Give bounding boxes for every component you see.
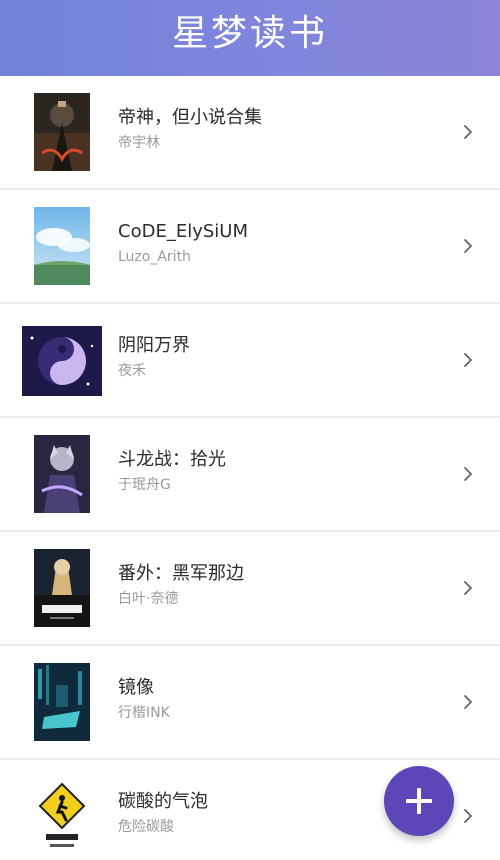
book-item-4[interactable]: 斗龙战：拾光 于珉舟G	[0, 418, 500, 532]
chevron-right-icon	[464, 125, 472, 139]
book-info-4: 斗龙战：拾光 于珉舟G	[118, 448, 450, 494]
book-cover-1	[34, 93, 90, 171]
book-author: 夜禾	[118, 363, 146, 379]
chevron-right-icon	[464, 581, 472, 595]
add-book-button[interactable]	[384, 766, 454, 836]
book-item-1[interactable]: 帝神，但小说合集 帝宇林	[0, 76, 500, 190]
book-info-3: 阴阳万界 夜禾	[118, 334, 450, 380]
book-cover-3	[22, 326, 102, 396]
book-item-2[interactable]: CoDE_ElySiUM Luzo_Arith	[0, 190, 500, 304]
book-title: 番外：黑军那边	[118, 563, 244, 584]
book-title: CoDE_ElySiUM	[118, 221, 248, 242]
chevron-right-icon	[464, 467, 472, 481]
book-cover-5	[34, 549, 90, 627]
book-author: 于珉舟G	[118, 477, 171, 493]
book-title: 阴阳万界	[118, 335, 190, 356]
book-title: 镜像	[118, 677, 154, 698]
book-item-5[interactable]: 番外：黑军那边 白叶·奈德	[0, 532, 500, 646]
chevron-right-icon	[464, 239, 472, 253]
book-cover-2	[34, 207, 90, 285]
book-list: 帝神，但小说合集 帝宇林 CoDE_ElySiUM Luzo_Arith 阴阳万…	[0, 76, 500, 860]
chevron-right-icon	[464, 695, 472, 709]
app-header: 星梦读书	[0, 0, 500, 76]
app-screen: 星梦读书 帝神，但小说合集 帝宇林 CoDE_ElySiUM Luzo_Arit…	[0, 0, 500, 860]
book-info-2: CoDE_ElySiUM Luzo_Arith	[118, 220, 450, 266]
book-author: Luzo_Arith	[118, 249, 191, 265]
plus-icon	[406, 788, 432, 814]
book-author: 帝宇林	[118, 135, 160, 151]
book-cover-7	[36, 780, 88, 854]
book-author: 白叶·奈德	[118, 591, 179, 607]
book-author: 行楷INK	[118, 705, 170, 721]
book-item-6[interactable]: 镜像 行楷INK	[0, 646, 500, 760]
book-info-1: 帝神，但小说合集 帝宇林	[118, 106, 450, 152]
book-info-6: 镜像 行楷INK	[118, 676, 450, 722]
app-title: 星梦读书	[171, 13, 328, 54]
book-cover-4	[34, 435, 90, 513]
book-cover-6	[34, 663, 90, 741]
book-item-3[interactable]: 阴阳万界 夜禾	[0, 304, 500, 418]
book-title: 斗龙战：拾光	[118, 449, 226, 470]
book-info-5: 番外：黑军那边 白叶·奈德	[118, 562, 450, 608]
book-title: 帝神，但小说合集	[118, 107, 262, 128]
chevron-right-icon	[464, 353, 472, 367]
chevron-right-icon	[464, 809, 472, 823]
